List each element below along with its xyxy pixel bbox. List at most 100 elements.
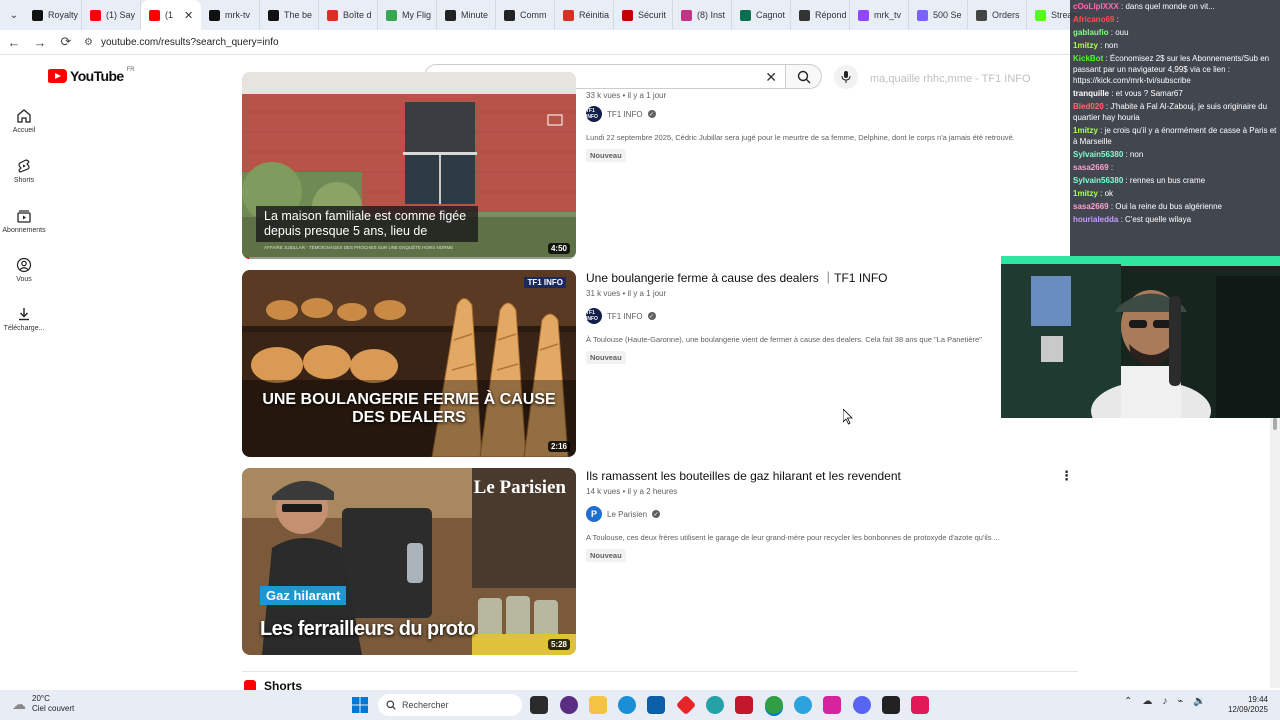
discord-icon[interactable] bbox=[853, 696, 871, 714]
browser-tab[interactable]: Cagnot bbox=[732, 0, 791, 30]
page-scrollbar[interactable] bbox=[1270, 418, 1280, 688]
thumbnail-overlay-subcaption: AFFAIRE JUBILLAR · TÉMOIGNAGES DES PROCH… bbox=[264, 245, 454, 250]
video-title[interactable]: Une boulangerie ferme à cause des dealer… bbox=[586, 270, 1056, 286]
browser-tab[interactable]: Boîte d bbox=[319, 0, 378, 30]
browser-tab[interactable]: Sécurit bbox=[614, 0, 673, 30]
youtube-logo[interactable]: YouTube FR bbox=[47, 67, 135, 84]
sidebar-item-downloads[interactable]: Télécharge... bbox=[0, 306, 48, 332]
scrollbar-thumb[interactable] bbox=[1273, 418, 1277, 430]
tab-list-chevron-icon[interactable]: ⌄ bbox=[4, 5, 24, 25]
channel-name: Le Parisien bbox=[607, 509, 648, 519]
new-badge: Nouveau bbox=[586, 351, 626, 364]
chat-username[interactable]: 1mitzy bbox=[1073, 41, 1098, 50]
tab-favicon-icon bbox=[740, 9, 751, 21]
browser-tab[interactable]: Répond bbox=[791, 0, 850, 30]
file-explorer-icon[interactable] bbox=[589, 696, 607, 714]
chat-username[interactable]: Bled020 bbox=[1073, 102, 1104, 111]
browser-tab[interactable]: 500 Se bbox=[909, 0, 968, 30]
app-shield-icon[interactable] bbox=[735, 696, 753, 714]
browser-tab[interactable]: (1) Say bbox=[82, 0, 141, 30]
tab-title: mrk-tv bbox=[225, 10, 250, 20]
more-options-icon[interactable]: ⋮ bbox=[1060, 468, 1073, 484]
browser-tab[interactable]: Réinitia bbox=[555, 0, 614, 30]
shorts-icon bbox=[18, 159, 30, 173]
chat-username[interactable]: 1mitzy bbox=[1073, 189, 1098, 198]
video-thumbnail[interactable]: TF1 INFO UNE BOULANGERIE FERME À CAUSE D… bbox=[242, 270, 576, 457]
channel-row[interactable]: TF1 INFO TF1 INFO ✓ bbox=[586, 106, 1056, 122]
chat-username[interactable]: sasa2669 bbox=[1073, 202, 1109, 211]
chat-username[interactable]: Sylvain56380 bbox=[1073, 176, 1123, 185]
windows-start-icon[interactable] bbox=[352, 697, 368, 713]
chrome-icon[interactable] bbox=[765, 696, 783, 714]
sidebar-item-home[interactable]: Accueil bbox=[0, 108, 48, 134]
clear-search-icon[interactable]: ✕ bbox=[765, 69, 777, 86]
browser-tab[interactable]: (1 ✕ bbox=[141, 0, 201, 30]
browser-tab[interactable]: Minute bbox=[437, 0, 496, 30]
tab-title: Orders bbox=[992, 10, 1020, 20]
instagram-icon[interactable] bbox=[823, 696, 841, 714]
voice-search-button[interactable] bbox=[834, 65, 858, 89]
chat-username[interactable]: cOoLlpIXXX bbox=[1073, 2, 1119, 11]
you-icon bbox=[16, 257, 32, 273]
tab-title: Répond bbox=[815, 10, 847, 20]
sidebar-item-shorts[interactable]: Shorts bbox=[0, 158, 48, 184]
chat-username[interactable]: Africano69 bbox=[1073, 15, 1114, 24]
channel-row[interactable]: TF1 INFO TF1 INFO ✓ bbox=[586, 308, 1056, 324]
browser-tab[interactable]: Royalty bbox=[24, 0, 82, 30]
microphone-icon[interactable]: ♪ bbox=[1162, 696, 1167, 707]
tab-favicon-icon bbox=[32, 9, 43, 21]
video-thumbnail[interactable]: La maison familiale est comme figée depu… bbox=[242, 72, 576, 259]
edge-icon[interactable] bbox=[618, 696, 636, 714]
sidebar-item-you[interactable]: Vous bbox=[0, 257, 48, 283]
volume-icon[interactable]: 🔉 bbox=[1193, 696, 1205, 707]
app-red-diamond-icon[interactable] bbox=[675, 694, 697, 716]
telegram-icon[interactable] bbox=[794, 696, 812, 714]
browser-tab[interactable]: (8) Inst bbox=[673, 0, 732, 30]
webcam-image bbox=[1001, 256, 1280, 418]
chat-username[interactable]: 1mitzy bbox=[1073, 126, 1098, 135]
chat-username[interactable]: sasa2669 bbox=[1073, 163, 1109, 172]
browser-tab[interactable]: The be bbox=[260, 0, 319, 30]
network-icon[interactable]: ⌁ bbox=[1177, 696, 1183, 707]
chat-username[interactable]: KickBot bbox=[1073, 54, 1103, 63]
cloud-sync-icon[interactable]: ☁ bbox=[1142, 696, 1152, 707]
site-info-icon[interactable]: ⚙ bbox=[84, 37, 93, 48]
obs-icon[interactable] bbox=[560, 696, 578, 714]
chat-text: : dans quel monde on vit... bbox=[1118, 2, 1215, 11]
chat-username[interactable]: tranquille bbox=[1073, 89, 1109, 98]
video-title[interactable]: Ils ramassent les bouteilles de gaz hila… bbox=[586, 468, 1056, 484]
chat-username[interactable]: hourialedda bbox=[1073, 215, 1118, 224]
task-view-icon[interactable] bbox=[530, 696, 548, 714]
verified-icon: ✓ bbox=[647, 110, 656, 118]
sidebar-item-label: Vous bbox=[16, 276, 32, 283]
new-badge: Nouveau bbox=[586, 149, 626, 162]
channel-row[interactable]: P Le Parisien ✓ bbox=[586, 506, 1056, 522]
chat-text: : non bbox=[1123, 150, 1144, 159]
browser-tab[interactable]: mrk_tv bbox=[850, 0, 909, 30]
weather-widget[interactable]: ☁ 20°C Ciel couvert bbox=[12, 694, 74, 714]
taskbar-clock[interactable]: 19:44 12/09/2025 bbox=[1224, 695, 1268, 715]
url-field[interactable]: ⚙ youtube.com/results?search_query=info bbox=[84, 37, 279, 48]
clock-time: 19:44 bbox=[1247, 695, 1268, 704]
chevron-up-icon[interactable]: ⌃ bbox=[1124, 696, 1132, 707]
chat-username[interactable]: gablaufio bbox=[1073, 28, 1109, 37]
sidebar-item-subscriptions[interactable]: Abonnements bbox=[0, 208, 48, 234]
browser-tab[interactable]: My Flig bbox=[378, 0, 437, 30]
chat-message: 1mitzy : non bbox=[1070, 39, 1280, 52]
browser-tab[interactable]: Comm bbox=[496, 0, 555, 30]
tab-close-icon[interactable]: ✕ bbox=[184, 9, 193, 22]
reload-icon[interactable]: ⟳ bbox=[54, 34, 78, 50]
app-teal-icon[interactable] bbox=[706, 696, 724, 714]
video-thumbnail[interactable]: Le Parisien Gaz hilarant Les ferrailleur… bbox=[242, 468, 576, 655]
browser-tab[interactable]: Orders bbox=[968, 0, 1027, 30]
store-icon[interactable] bbox=[647, 696, 665, 714]
tiktok-icon[interactable] bbox=[911, 696, 929, 714]
capcut-icon[interactable] bbox=[882, 696, 900, 714]
taskbar-search-input[interactable]: Rechercher bbox=[378, 694, 522, 716]
forward-icon[interactable]: → bbox=[28, 35, 52, 50]
search-button[interactable] bbox=[786, 64, 822, 89]
tab-favicon-icon bbox=[209, 9, 220, 21]
chat-username[interactable]: Sylvain56380 bbox=[1073, 150, 1123, 159]
back-icon[interactable]: ← bbox=[2, 35, 26, 50]
browser-tab[interactable]: mrk-tv bbox=[201, 0, 260, 30]
